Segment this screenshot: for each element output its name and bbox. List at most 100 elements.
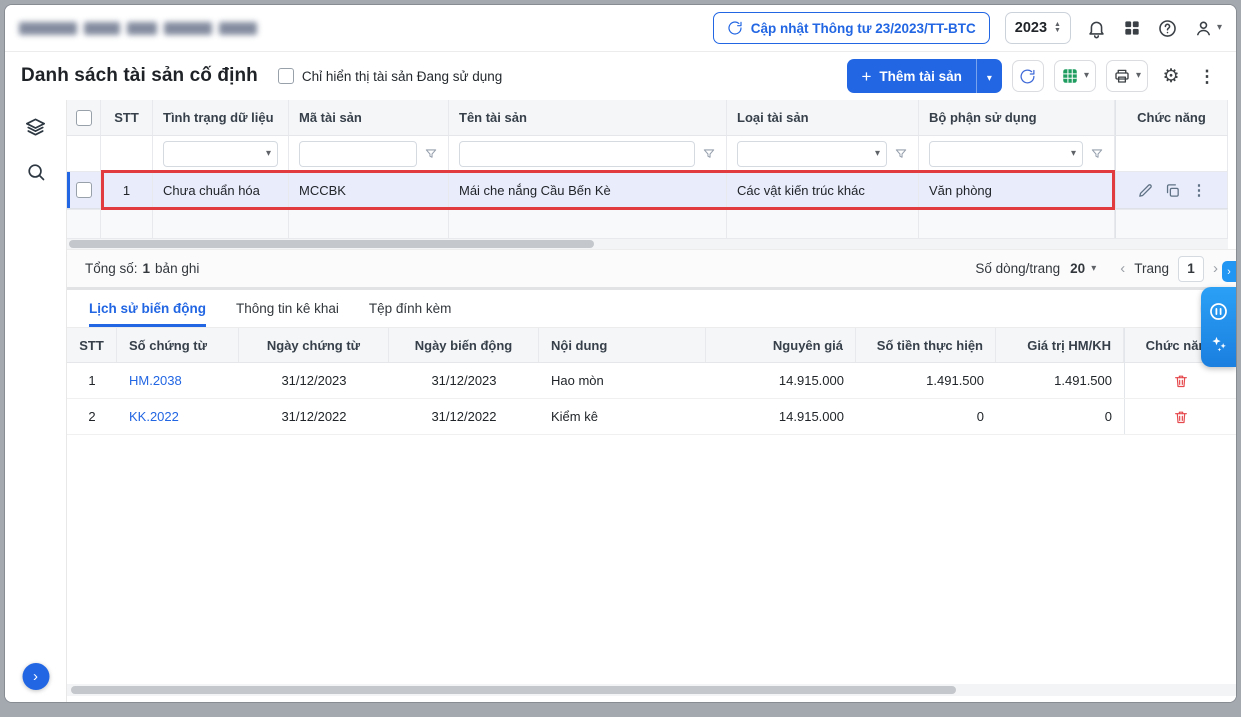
- filter-funnel-icon[interactable]: [702, 147, 716, 161]
- asset-groups-layers-icon[interactable]: [24, 116, 47, 139]
- row-select-checkbox[interactable]: [76, 182, 92, 198]
- record-count: Tổng số: 1 bản ghi: [85, 261, 199, 276]
- total-label: Tổng số:: [85, 261, 138, 276]
- caret-down-icon: ▾: [987, 73, 992, 84]
- year-value: 2023: [1015, 20, 1047, 36]
- checkbox-box[interactable]: [278, 68, 294, 84]
- col-header-name[interactable]: Tên tài sản: [449, 100, 727, 135]
- app-title-redacted: [19, 22, 257, 35]
- expand-sidebar-button[interactable]: ›: [22, 663, 49, 690]
- add-asset-dropdown-button[interactable]: ▾: [976, 59, 1002, 93]
- left-rail: ›: [5, 100, 67, 702]
- col-header-original-cost: Nguyên giá: [706, 328, 856, 362]
- cell-executed-amount: 0: [856, 399, 996, 434]
- collapse-right-panel-tab[interactable]: ›: [1222, 261, 1236, 282]
- detail-horizontal-scrollbar[interactable]: [67, 684, 1236, 696]
- col-header-doc-no: Số chứng từ: [117, 328, 239, 362]
- filter-funnel-icon[interactable]: [1090, 147, 1104, 161]
- document-link[interactable]: HM.2038: [129, 373, 182, 388]
- settings-gear-icon[interactable]: ⚙: [1158, 60, 1184, 92]
- scrollbar-thumb[interactable]: [69, 240, 594, 248]
- suggestions-sparkle-icon[interactable]: [1209, 334, 1229, 354]
- cell-stt: 2: [67, 399, 117, 434]
- document-link[interactable]: KK.2022: [129, 409, 179, 424]
- col-header-status[interactable]: Tình trạng dữ liệu: [153, 100, 289, 135]
- filter-code-input[interactable]: [306, 146, 410, 161]
- caret-down-icon: ▾: [875, 149, 880, 159]
- cell-original-cost: 14.915.000: [706, 363, 856, 398]
- filter-funnel-icon[interactable]: [894, 147, 908, 161]
- filter-status-select[interactable]: ▾: [163, 141, 278, 167]
- page-number-box[interactable]: 1: [1178, 256, 1204, 282]
- filter-name-input[interactable]: [466, 146, 688, 161]
- add-asset-button[interactable]: + Thêm tài sản: [847, 59, 975, 93]
- chevron-right-icon: ›: [1227, 266, 1231, 278]
- grid-horizontal-scrollbar[interactable]: [67, 239, 1228, 249]
- main-content: STT Tình trạng dữ liệu Mã tài sản Tên tà…: [67, 100, 1236, 702]
- select-all-checkbox[interactable]: [76, 110, 92, 126]
- row-selected-indicator: [67, 172, 70, 208]
- caret-down-icon: ▾: [1091, 264, 1096, 274]
- next-page-button[interactable]: ›: [1213, 260, 1218, 277]
- col-header-type[interactable]: Loại tài sản: [727, 100, 919, 135]
- filter-funnel-icon[interactable]: [424, 147, 438, 161]
- asset-grid: STT Tình trạng dữ liệu Mã tài sản Tên tà…: [67, 100, 1236, 249]
- topbar: Cập nhật Thông tư 23/2023/TT-BTC 2023 ▲▼…: [5, 5, 1236, 52]
- edit-pencil-icon[interactable]: [1137, 182, 1154, 199]
- notifications-bell-icon[interactable]: [1086, 18, 1107, 39]
- app-window: Cập nhật Thông tư 23/2023/TT-BTC 2023 ▲▼…: [4, 4, 1237, 703]
- rows-per-page-label: Số dòng/trang: [975, 261, 1060, 276]
- year-selector[interactable]: 2023 ▲▼: [1005, 12, 1071, 44]
- grid-summary-row: [67, 209, 1228, 239]
- quick-report-icon[interactable]: [1208, 301, 1229, 322]
- rows-per-page-select[interactable]: 20 ▾: [1070, 261, 1096, 276]
- asset-row[interactable]: 1 Chưa chuẩn hóa MCCBK Mái che nắng Cầu …: [67, 172, 1228, 209]
- user-caret-icon: ▾: [1217, 23, 1222, 33]
- only-in-use-checkbox[interactable]: Chỉ hiển thị tài sản Đang sử dụng: [278, 68, 502, 84]
- year-stepper-icon[interactable]: ▲▼: [1054, 22, 1061, 34]
- apps-grid-icon[interactable]: [1122, 18, 1142, 38]
- history-row[interactable]: 1 HM.2038 31/12/2023 31/12/2023 Hao mòn …: [67, 363, 1236, 399]
- page-label: Trang: [1134, 261, 1169, 276]
- printer-icon: [1113, 67, 1131, 85]
- delete-trash-icon[interactable]: [1173, 409, 1189, 425]
- sync-icon: [727, 20, 743, 36]
- refresh-button[interactable]: [1012, 60, 1044, 92]
- more-options-icon[interactable]: ⋮: [1194, 60, 1220, 92]
- tab-tep-dinh-kem[interactable]: Tệp đính kèm: [369, 290, 452, 327]
- col-header-department[interactable]: Bộ phận sử dụng: [919, 100, 1115, 135]
- search-icon[interactable]: [25, 161, 47, 183]
- prev-page-button[interactable]: ‹: [1120, 260, 1125, 277]
- cell-stt: 1: [67, 363, 117, 398]
- help-icon[interactable]: [1157, 18, 1178, 39]
- col-header-code[interactable]: Mã tài sản: [289, 100, 449, 135]
- copy-document-icon[interactable]: [1164, 182, 1181, 199]
- total-value: 1: [143, 261, 151, 276]
- history-row[interactable]: 2 KK.2022 31/12/2022 31/12/2022 Kiểm kê …: [67, 399, 1236, 435]
- asset-grid-filter-row: ▾: [67, 136, 1228, 172]
- cell-doc-date: 31/12/2022: [239, 399, 389, 434]
- col-header-actions: Chức năng: [1115, 100, 1228, 135]
- delete-trash-icon[interactable]: [1173, 373, 1189, 389]
- history-table-header: STT Số chứng từ Ngày chứng từ Ngày biến …: [67, 328, 1236, 363]
- cell-type: Các vật kiến trúc khác: [727, 172, 919, 208]
- filter-type-select[interactable]: ▾: [737, 141, 887, 167]
- update-circular-button[interactable]: Cập nhật Thông tư 23/2023/TT-BTC: [713, 12, 990, 44]
- filter-department-select[interactable]: ▾: [929, 141, 1083, 167]
- row-more-options-icon[interactable]: ⋮: [1192, 183, 1207, 198]
- cell-original-cost: 14.915.000: [706, 399, 856, 434]
- topbar-right: Cập nhật Thông tư 23/2023/TT-BTC 2023 ▲▼…: [713, 12, 1222, 44]
- cell-department: Văn phòng: [919, 172, 1115, 208]
- user-account-icon[interactable]: ▾: [1193, 18, 1222, 39]
- add-asset-split-button: + Thêm tài sản ▾: [847, 59, 1002, 93]
- print-button[interactable]: ▾: [1106, 60, 1148, 92]
- filter-name-input-wrap: [459, 141, 695, 167]
- export-excel-button[interactable]: ▾: [1054, 60, 1096, 92]
- col-header-stt[interactable]: STT: [101, 100, 153, 135]
- cell-change-date: 31/12/2023: [389, 363, 539, 398]
- tab-lich-su-bien-dong[interactable]: Lịch sử biến động: [89, 290, 206, 327]
- caret-down-icon: ▾: [266, 149, 271, 159]
- scrollbar-thumb[interactable]: [71, 686, 956, 694]
- tab-thong-tin-ke-khai[interactable]: Thông tin kê khai: [236, 290, 339, 327]
- detail-tabs: Lịch sử biến động Thông tin kê khai Tệp …: [67, 290, 1236, 328]
